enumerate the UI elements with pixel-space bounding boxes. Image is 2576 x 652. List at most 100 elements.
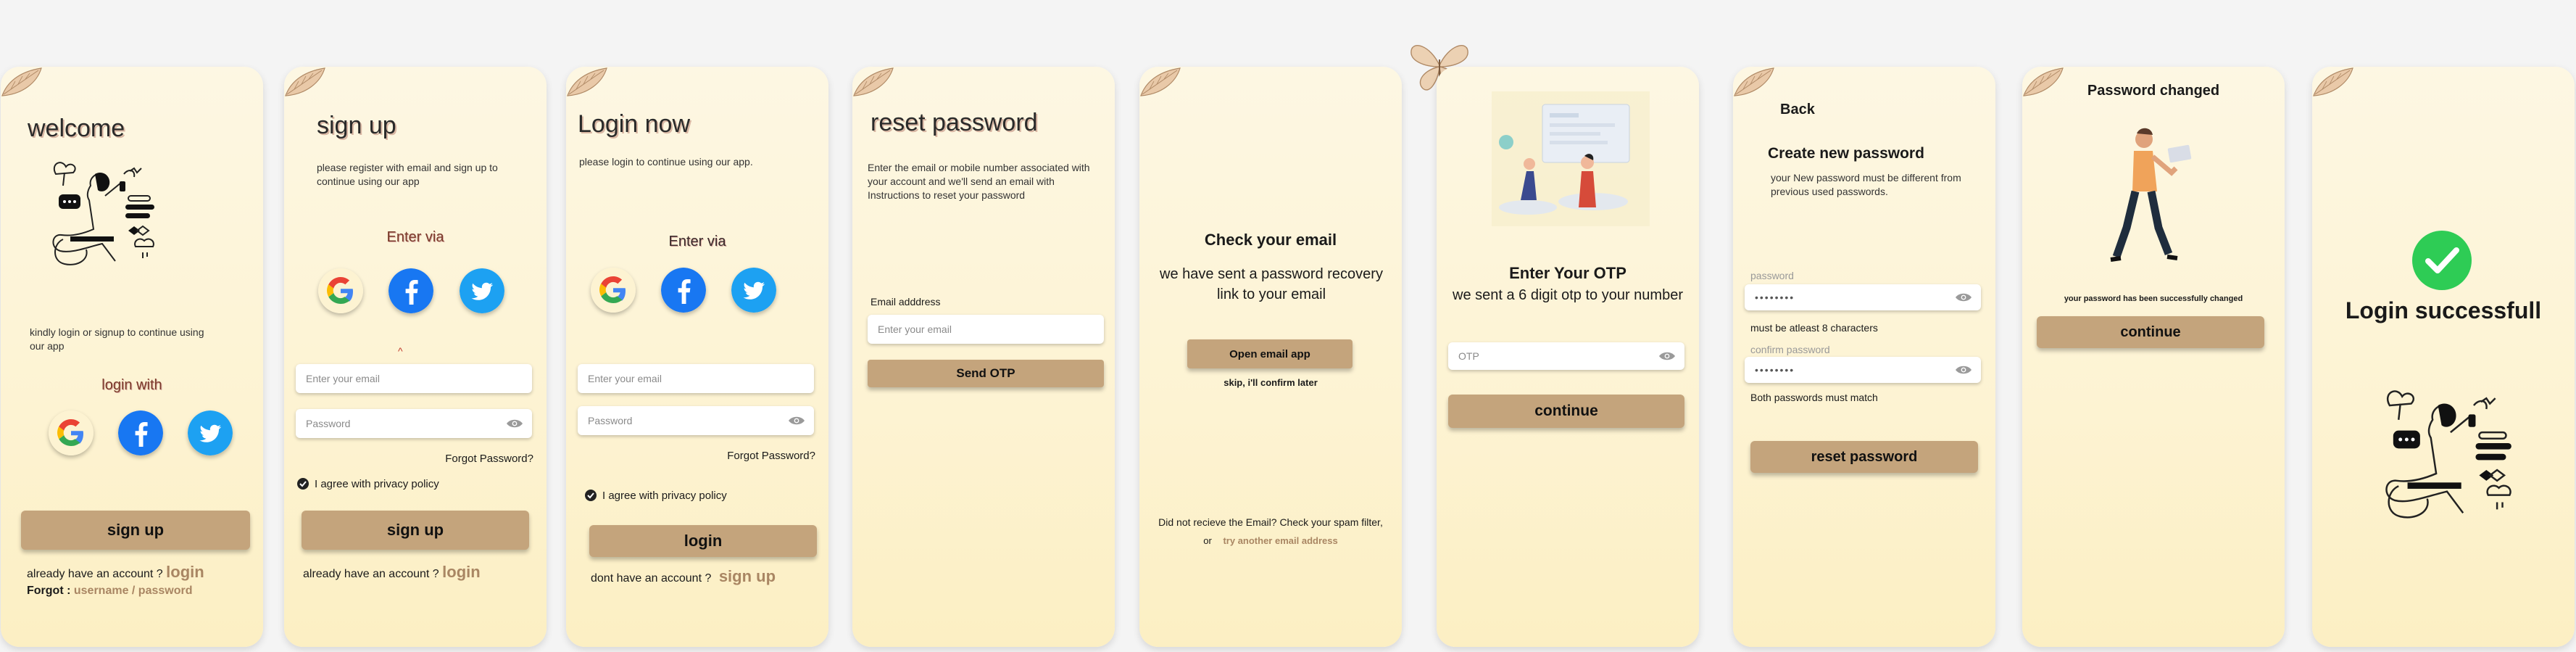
- password-changed-heading: Password changed: [2087, 83, 2220, 99]
- email-field[interactable]: Enter your email: [578, 364, 814, 393]
- eye-icon[interactable]: [1955, 365, 1972, 375]
- password-field[interactable]: ••••••••: [1745, 284, 1981, 310]
- login-success-heading: Login successfull: [2345, 297, 2542, 323]
- forgot-password-link[interactable]: Forgot Password?: [727, 450, 815, 462]
- leaf-icon: [2313, 67, 2353, 96]
- password-hint: must be atleast 8 characters: [1750, 322, 1878, 334]
- login-with-label: login with: [101, 377, 162, 393]
- leaf-icon: [285, 67, 325, 96]
- facebook-icon: [661, 268, 706, 313]
- woman-phone-illustration: [52, 162, 155, 265]
- reset-password-button[interactable]: reset password: [1750, 441, 1978, 473]
- already-account-text: already have an account ?: [303, 568, 439, 580]
- otp-heading: Enter Your OTP: [1509, 264, 1626, 282]
- sign-up-button[interactable]: sign up: [21, 511, 250, 550]
- success-check-icon: [2412, 231, 2472, 290]
- create-password-heading: Create new password: [1768, 145, 1924, 162]
- or-text: or: [1203, 535, 1212, 546]
- no-account-row: dont have an account ? sign up: [591, 567, 776, 586]
- facebook-icon: [118, 410, 163, 455]
- intro-text: Enter the email or mobile number associa…: [868, 162, 1090, 201]
- screen-create-password: Back Create new password your New passwo…: [1733, 67, 1995, 647]
- back-link[interactable]: Back: [1780, 102, 1815, 118]
- twitter-button[interactable]: [731, 268, 776, 313]
- eye-icon[interactable]: [506, 418, 523, 429]
- spam-note: Did not recieve the Email? Check your sp…: [1158, 516, 1383, 528]
- password-value: ••••••••: [1755, 292, 1795, 303]
- success-message: your password has been successfully chan…: [2064, 294, 2243, 303]
- twitter-icon: [188, 410, 233, 455]
- try-another-email-link[interactable]: try another email address: [1223, 535, 1337, 546]
- forgot-row: Forgot : username / password: [27, 585, 193, 598]
- facebook-icon: [389, 268, 433, 313]
- email-field[interactable]: Enter your email: [868, 315, 1104, 344]
- screen-login-success: Login successfull: [2312, 67, 2575, 647]
- check-email-body: we have sent a password recovery link to…: [1160, 266, 1383, 302]
- send-otp-button[interactable]: Send OTP: [868, 360, 1104, 387]
- password-placeholder: Password: [306, 418, 351, 429]
- forgot-password-link[interactable]: Forgot Password?: [445, 453, 533, 465]
- screen-password-changed: Password changed your password has been …: [2022, 67, 2285, 647]
- enter-via-label: Enter via: [386, 229, 444, 245]
- leaf-icon: [853, 67, 894, 96]
- page-title: reset password: [871, 109, 1038, 136]
- forgot-username-password-link[interactable]: username / password: [74, 585, 193, 597]
- login-link[interactable]: login: [166, 563, 204, 581]
- facebook-button[interactable]: [661, 268, 706, 313]
- facebook-button[interactable]: [118, 410, 163, 455]
- leaf-icon: [567, 67, 607, 96]
- otp-field[interactable]: OTP: [1448, 342, 1684, 370]
- login-button[interactable]: login: [589, 525, 817, 557]
- sign-up-button[interactable]: sign up: [302, 511, 529, 550]
- eye-icon[interactable]: [788, 416, 805, 426]
- leaf-icon: [1734, 67, 1774, 96]
- screen-check-email: Check your email we have sent a password…: [1139, 67, 1402, 647]
- password-label: password: [1750, 270, 1794, 281]
- intro-text: please register with email and sign up t…: [317, 162, 498, 187]
- twitter-icon: [731, 268, 776, 313]
- screens-canvas: welcome kindly login or signup to contin…: [0, 0, 2576, 652]
- twitter-button[interactable]: [460, 268, 504, 313]
- already-account-text: already have an account ?: [27, 568, 163, 580]
- twitter-button[interactable]: [188, 410, 233, 455]
- leaf-icon: [1, 67, 42, 96]
- screen-sign-up: sign up please register with email and s…: [284, 67, 547, 647]
- google-button[interactable]: [318, 268, 363, 313]
- password-field[interactable]: Password: [296, 409, 532, 438]
- privacy-label: I agree with privacy policy: [602, 490, 727, 502]
- google-icon: [318, 268, 363, 313]
- woman-phone-illustration: [2385, 390, 2513, 519]
- team-illustration: [1492, 91, 1650, 226]
- password-placeholder: Password: [588, 415, 633, 426]
- eye-icon[interactable]: [1658, 351, 1676, 361]
- facebook-button[interactable]: [389, 268, 433, 313]
- intro-text: kindly login or signup to continue using…: [30, 326, 204, 352]
- continue-button[interactable]: continue: [2037, 316, 2264, 348]
- otp-placeholder: OTP: [1458, 350, 1479, 362]
- google-button[interactable]: [591, 268, 636, 313]
- google-icon: [591, 268, 636, 313]
- password-field[interactable]: Password: [578, 406, 814, 435]
- google-button[interactable]: [49, 410, 94, 455]
- enter-via-label: Enter via: [668, 234, 726, 249]
- login-link[interactable]: login: [442, 563, 481, 581]
- privacy-label: I agree with privacy policy: [315, 478, 439, 490]
- intro-text: please login to continue using our app.: [579, 156, 753, 168]
- try-another-row: or try another email address: [1139, 535, 1402, 546]
- page-title: sign up: [317, 112, 396, 139]
- check-icon[interactable]: [585, 490, 597, 501]
- open-email-app-button[interactable]: Open email app: [1187, 339, 1353, 368]
- check-email-heading: Check your email: [1204, 231, 1337, 249]
- check-icon[interactable]: [297, 478, 309, 490]
- google-icon: [49, 410, 94, 455]
- confirm-password-field[interactable]: ••••••••: [1745, 357, 1981, 383]
- forgot-text: Forgot :: [27, 585, 71, 597]
- email-field[interactable]: Enter your email: [296, 364, 532, 393]
- screen-login: Login now please login to continue using…: [566, 67, 828, 647]
- screen-reset-password: reset password Enter the email or mobile…: [852, 67, 1115, 647]
- no-account-text: dont have an account ?: [591, 572, 712, 585]
- eye-icon[interactable]: [1955, 292, 1972, 302]
- skip-link[interactable]: skip, i'll confirm later: [1139, 377, 1402, 388]
- sign-up-link[interactable]: sign up: [719, 567, 776, 585]
- continue-button[interactable]: continue: [1448, 395, 1684, 428]
